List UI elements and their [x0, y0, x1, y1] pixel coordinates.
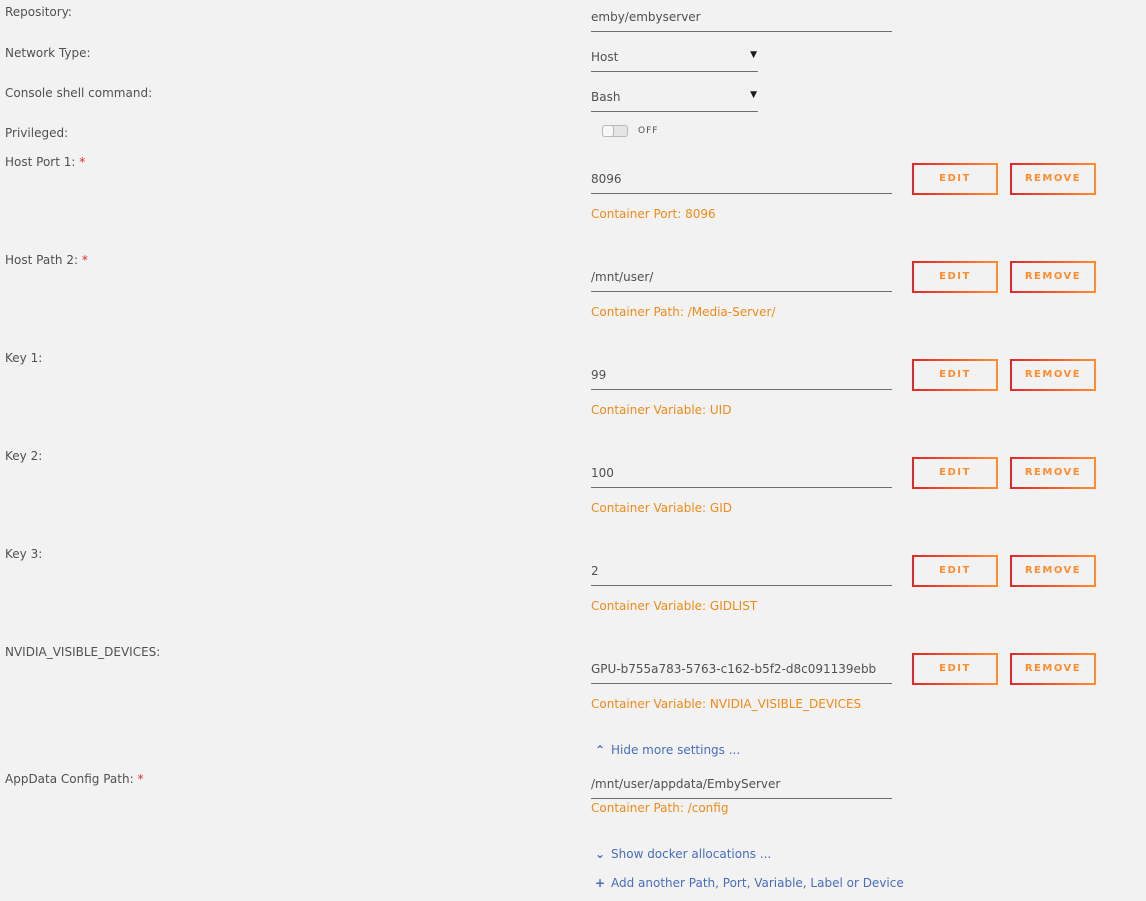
mapping-label-text: Host Path 2:	[5, 253, 78, 267]
mapping-label: Key 2:	[5, 449, 42, 463]
repository-input[interactable]: emby/embyserver	[591, 8, 892, 32]
container-variable-label: Container Variable: GID	[591, 501, 732, 515]
show-docker-allocations-text: Show docker allocations ...	[611, 847, 772, 861]
add-another-link[interactable]: + Add another Path, Port, Variable, Label…	[594, 876, 904, 890]
privileged-label: Privileged:	[5, 126, 69, 140]
mapping-label: Key 3:	[5, 547, 42, 561]
mapping-label-text: NVIDIA_VISIBLE_DEVICES:	[5, 645, 161, 659]
appdata-config-path-value: /mnt/user/appdata/EmbyServer	[591, 777, 781, 791]
container-path-label: Container Path: /config	[591, 801, 729, 815]
console-shell-value: Bash	[591, 90, 621, 104]
caret-down-icon: ▼	[750, 50, 757, 60]
container-port-label: Container Port: 8096	[591, 207, 716, 221]
appdata-label-text: AppData Config Path:	[5, 772, 134, 786]
add-another-text: Add another Path, Port, Variable, Label …	[611, 876, 904, 890]
privileged-toggle[interactable]	[602, 125, 628, 137]
edit-button[interactable]: EDIT	[912, 555, 998, 587]
edit-button[interactable]: EDIT	[912, 163, 998, 195]
chevron-up-icon: ⌃	[594, 743, 606, 757]
show-docker-allocations-link[interactable]: ⌄ Show docker allocations ...	[594, 847, 771, 861]
network-type-label: Network Type:	[5, 46, 91, 60]
mapping-label: Host Path 2: *	[5, 253, 88, 267]
hide-more-settings-text: Hide more settings ...	[611, 743, 741, 757]
mapping-label-text: Key 3:	[5, 547, 43, 561]
key-2-input[interactable]: 100	[591, 464, 892, 488]
privileged-state: OFF	[638, 126, 659, 136]
host-port-1-value: 8096	[591, 172, 622, 186]
required-marker: *	[79, 155, 86, 169]
container-variable-label: Container Variable: NVIDIA_VISIBLE_DEVIC…	[591, 697, 862, 711]
container-variable-label: Container Variable: UID	[591, 403, 732, 417]
required-marker: *	[81, 253, 88, 267]
container-variable-label: Container Variable: GIDLIST	[591, 599, 758, 613]
container-path-label: Container Path: /Media-Server/	[591, 305, 776, 319]
mapping-label: Host Port 1: *	[5, 155, 85, 169]
mapping-label: Key 1:	[5, 351, 42, 365]
network-type-value: Host	[591, 50, 619, 64]
host-port-1-input[interactable]: 8096	[591, 170, 892, 194]
hide-more-settings-link[interactable]: ⌃ Hide more settings ...	[594, 743, 740, 757]
key-1-value: 99	[591, 368, 607, 382]
toggle-knob	[602, 125, 614, 137]
appdata-label: AppData Config Path: *	[5, 772, 143, 786]
remove-button[interactable]: REMOVE	[1010, 457, 1096, 489]
nvidia-visible-devices-input[interactable]: GPU-b755a783-5763-c162-b5f2-d8c091139ebb	[591, 660, 892, 684]
appdata-config-path-input[interactable]: /mnt/user/appdata/EmbyServer	[591, 775, 892, 799]
edit-button[interactable]: EDIT	[912, 359, 998, 391]
docker-template-form: Repository: emby/embyserver Network Type…	[0, 0, 1146, 901]
edit-button[interactable]: EDIT	[912, 261, 998, 293]
console-shell-select[interactable]: Bash ▼	[591, 88, 758, 112]
key-1-input[interactable]: 99	[591, 366, 892, 390]
key-3-value: 2	[591, 564, 599, 578]
host-path-2-input[interactable]: /mnt/user/	[591, 268, 892, 292]
mapping-label: NVIDIA_VISIBLE_DEVICES:	[5, 645, 160, 659]
key-2-value: 100	[591, 466, 614, 480]
host-path-2-value: /mnt/user/	[591, 270, 654, 284]
console-shell-label: Console shell command:	[5, 86, 153, 100]
mapping-label-text: Key 2:	[5, 449, 43, 463]
nvidia-visible-devices-value: GPU-b755a783-5763-c162-b5f2-d8c091139ebb	[591, 662, 877, 676]
remove-button[interactable]: REMOVE	[1010, 359, 1096, 391]
remove-button[interactable]: REMOVE	[1010, 653, 1096, 685]
key-3-input[interactable]: 2	[591, 562, 892, 586]
remove-button[interactable]: REMOVE	[1010, 261, 1096, 293]
chevron-down-icon: ⌄	[594, 847, 606, 861]
mapping-label-text: Key 1:	[5, 351, 43, 365]
network-type-select[interactable]: Host ▼	[591, 48, 758, 72]
repository-value: emby/embyserver	[591, 10, 701, 24]
edit-button[interactable]: EDIT	[912, 457, 998, 489]
required-marker: *	[137, 772, 144, 786]
remove-button[interactable]: REMOVE	[1010, 163, 1096, 195]
caret-down-icon: ▼	[750, 90, 757, 100]
remove-button[interactable]: REMOVE	[1010, 555, 1096, 587]
plus-icon: +	[594, 876, 606, 890]
repository-label: Repository:	[5, 5, 72, 19]
edit-button[interactable]: EDIT	[912, 653, 998, 685]
mapping-label-text: Host Port 1:	[5, 155, 76, 169]
